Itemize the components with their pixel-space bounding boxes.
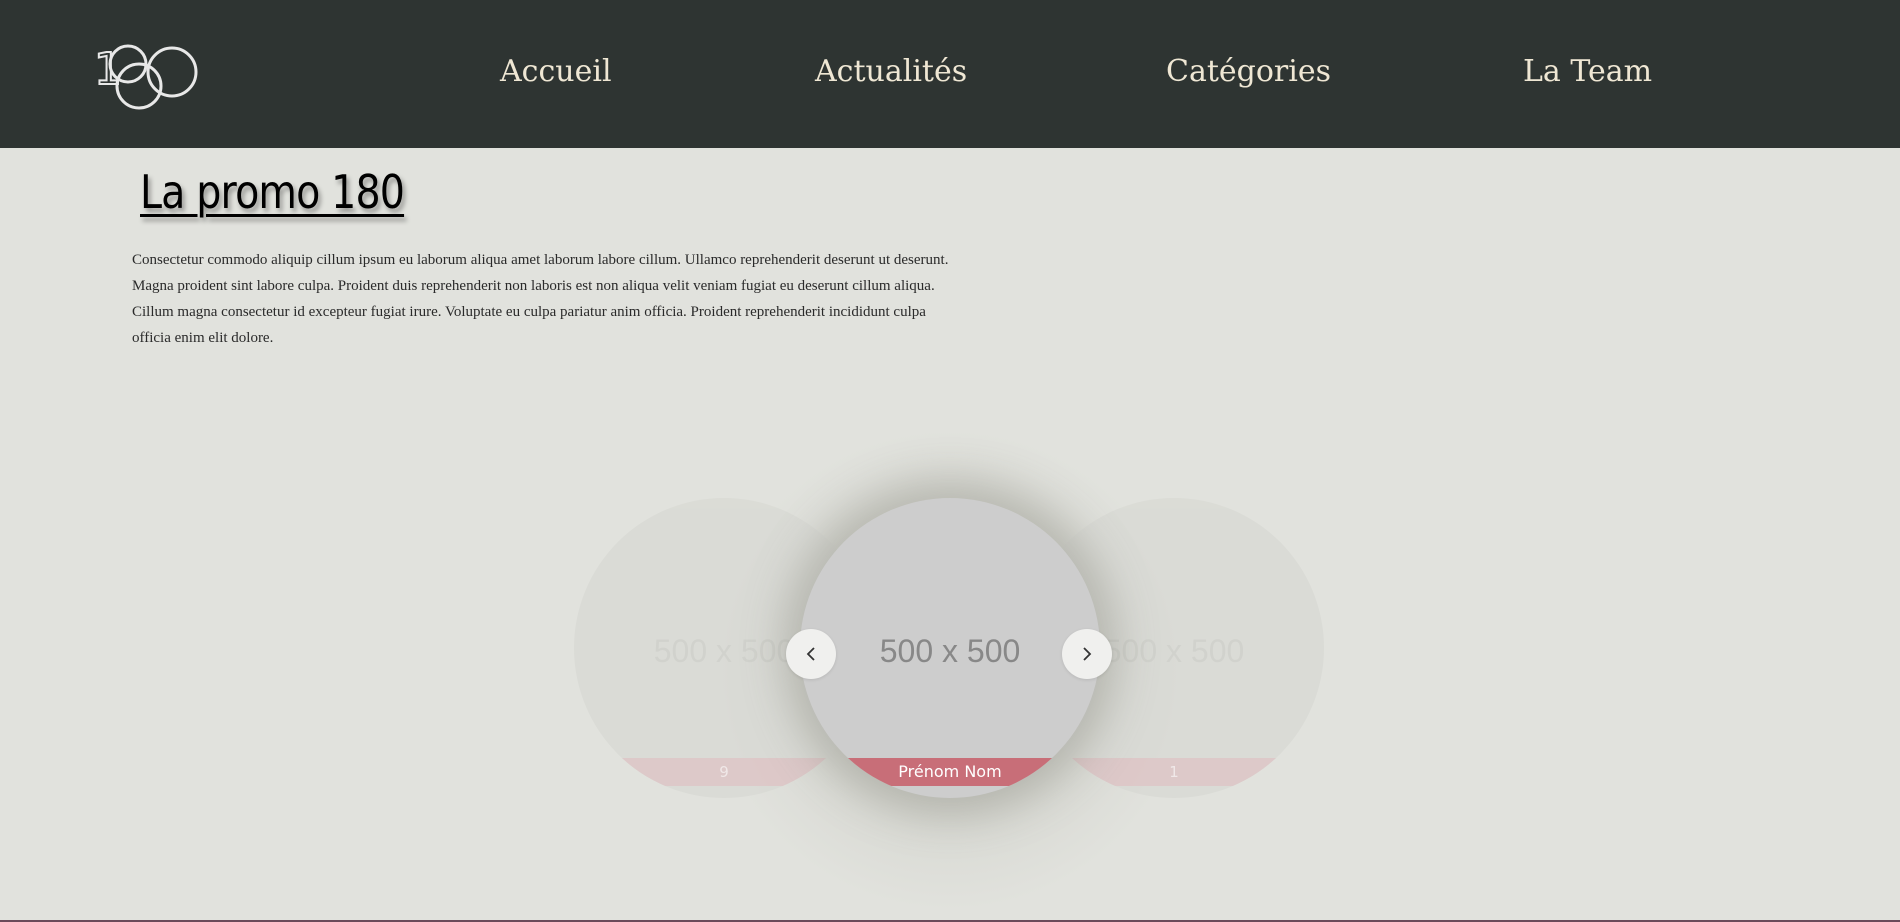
carousel-prev-button[interactable] (786, 629, 836, 679)
carousel-card-active[interactable]: 500 x 500 Prénom Nom (800, 498, 1100, 798)
carousel-next-button[interactable] (1062, 629, 1112, 679)
image-placeholder: 500 x 500 (879, 633, 1021, 669)
nav-categories[interactable]: Catégories (1166, 52, 1331, 92)
nav-actualites[interactable]: Actualités (815, 52, 967, 92)
site-header: 1 Accueil Actualités Catégories La Team (0, 0, 1900, 148)
promo-description: Consectetur commodo aliquip cillum ipsum… (132, 252, 949, 346)
nav-la-team[interactable]: La Team (1523, 52, 1652, 92)
chevron-right-icon (1083, 647, 1092, 661)
nav-accueil[interactable]: Accueil (500, 52, 612, 92)
page-title: La promo 180 (140, 165, 405, 219)
chevron-left-icon (806, 647, 815, 661)
logo[interactable]: 1 (94, 36, 204, 112)
member-name: Prénom Nom (800, 758, 1100, 786)
